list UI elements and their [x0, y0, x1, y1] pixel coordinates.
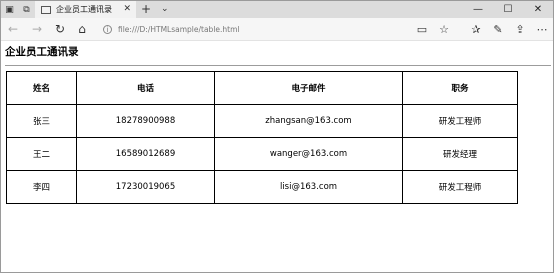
share-icon[interactable]: ⇪: [511, 18, 529, 40]
book-icon[interactable]: ▭: [413, 18, 431, 40]
close-icon[interactable]: ✕: [123, 1, 131, 18]
header-name: 姓名: [6, 71, 77, 105]
arrow-left-icon[interactable]: ←: [4, 18, 22, 40]
cell-phone: 18278900988: [76, 104, 215, 138]
cell-email: wanger@163.com: [214, 137, 403, 171]
page-icon: [41, 5, 51, 14]
maximize-icon[interactable]: ☐: [493, 1, 523, 18]
address-toolbar: ← → ↻ ⌂ i file:///D:/HTMLsample/table.ht…: [1, 18, 553, 41]
close-window-icon[interactable]: ✕: [523, 1, 553, 18]
page-content: 企业员工通讯录 姓名 电话 电子邮件 职务 张三 18278900988 zha…: [1, 41, 553, 272]
info-icon[interactable]: i: [103, 24, 112, 34]
minimize-icon[interactable]: —: [463, 1, 493, 18]
cell-title: 研发工程师: [402, 170, 518, 204]
address-bar[interactable]: i file:///D:/HTMLsample/table.html: [103, 21, 433, 37]
chevron-down-icon[interactable]: ⌄: [161, 1, 169, 18]
employee-table: 姓名 电话 电子邮件 职务 张三 18278900988 zhangsan@16…: [6, 71, 518, 204]
cell-name: 李四: [6, 170, 77, 204]
cell-title: 研发经理: [402, 137, 518, 171]
pen-icon[interactable]: ✎: [489, 18, 507, 40]
more-icon[interactable]: ⋯: [533, 18, 551, 40]
cell-title: 研发工程师: [402, 104, 518, 138]
cell-name: 王二: [6, 137, 77, 171]
tab-active[interactable]: 企业员工通讯录 ✕: [35, 1, 136, 18]
table-row: 李四 17230019065 lisi@163.com 研发工程师: [6, 170, 518, 204]
back-tabs-icon[interactable]: ⧉: [18, 1, 35, 18]
home-icon[interactable]: ⌂: [73, 18, 91, 40]
table-row: 王二 16589012689 wanger@163.com 研发经理: [6, 137, 518, 171]
refresh-icon[interactable]: ↻: [51, 18, 69, 40]
tab-strip: ▣ ⧉ 企业员工通讯录 ✕ + ⌄ — ☐ ✕: [1, 1, 553, 18]
table-row: 张三 18278900988 zhangsan@163.com 研发工程师: [6, 104, 518, 138]
url-text[interactable]: file:///D:/HTMLsample/table.html: [118, 25, 240, 34]
cell-phone: 16589012689: [76, 137, 215, 171]
horizontal-rule: [5, 65, 551, 66]
cell-email: lisi@163.com: [214, 170, 403, 204]
header-title: 职务: [402, 71, 518, 105]
window-stack-icon[interactable]: ▣: [1, 1, 18, 18]
cell-name: 张三: [6, 104, 77, 138]
plus-icon[interactable]: +: [141, 1, 151, 18]
page-title: 企业员工通讯录: [5, 46, 79, 58]
cell-email: zhangsan@163.com: [214, 104, 403, 138]
header-phone: 电话: [76, 71, 215, 105]
browser-window: ▣ ⧉ 企业员工通讯录 ✕ + ⌄ — ☐ ✕ ← → ↻ ⌂ i file:/…: [0, 0, 554, 273]
star-icon[interactable]: ☆: [435, 18, 453, 40]
cell-phone: 17230019065: [76, 170, 215, 204]
arrow-right-icon[interactable]: →: [28, 18, 46, 40]
favorites-icon[interactable]: ✰: [467, 18, 485, 40]
table-header-row: 姓名 电话 电子邮件 职务: [6, 71, 518, 105]
tab-title: 企业员工通讯录: [56, 5, 112, 14]
header-email: 电子邮件: [214, 71, 403, 105]
